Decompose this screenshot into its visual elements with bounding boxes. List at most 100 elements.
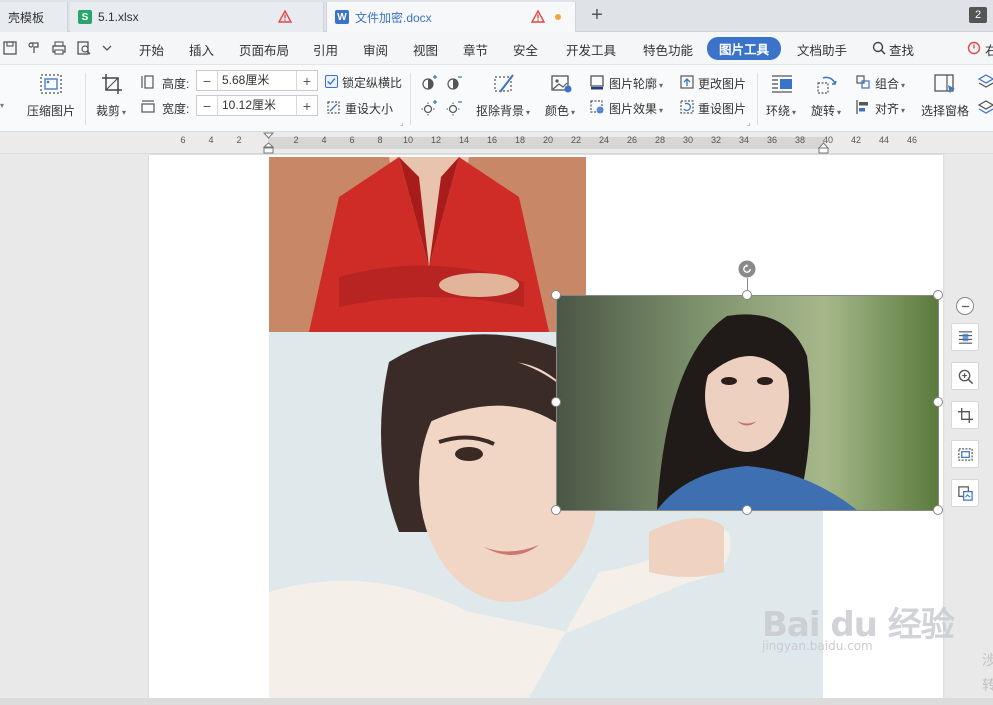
compress-picture-icon[interactable] (39, 72, 63, 96)
menu-insert[interactable]: 插入 (189, 40, 214, 59)
width-increase-button[interactable]: + (297, 96, 317, 115)
menu-security[interactable]: 安全 (513, 40, 538, 59)
resize-handle-top-right[interactable] (933, 290, 943, 300)
menu-doc-assistant[interactable]: 文档助手 (797, 40, 847, 59)
width-spinner[interactable]: − 10.12厘米 + (196, 95, 318, 116)
decrease-brightness-icon[interactable] (445, 99, 463, 117)
picture-dialog-launcher-icon[interactable]: ⌟ (747, 118, 751, 127)
float-zoom-button[interactable] (951, 362, 979, 390)
format-painter-icon[interactable] (26, 40, 42, 56)
width-decrease-button[interactable]: − (197, 96, 217, 115)
resize-handle-left[interactable] (551, 397, 561, 407)
window-count-badge[interactable]: 2 (969, 7, 987, 23)
text-wrap-icon[interactable] (770, 72, 794, 96)
group-icon[interactable] (855, 74, 871, 90)
menu-find[interactable]: 查找 (889, 40, 914, 59)
remove-background-icon[interactable] (492, 72, 516, 96)
height-decrease-button[interactable]: − (197, 71, 217, 90)
increase-contrast-icon[interactable] (420, 74, 438, 92)
menu-view[interactable]: 视图 (413, 40, 438, 59)
ruler-tick: 4 (208, 135, 214, 145)
ruler-tick: 4 (321, 135, 327, 145)
picture-outline-icon[interactable] (589, 74, 605, 90)
picture-portrait-selected[interactable] (557, 296, 939, 510)
ruler-tick: 24 (598, 135, 610, 145)
remove-background-button[interactable]: 抠除背景 ▾ (476, 102, 530, 119)
lock-ratio-checkbox[interactable] (325, 75, 338, 88)
picture-frame-icon (957, 447, 973, 461)
resize-handle-top[interactable] (742, 290, 752, 300)
crop-icon[interactable] (100, 72, 124, 96)
size-dialog-launcher-icon[interactable]: ⌟ (400, 118, 404, 127)
collapse-toolbar-button[interactable] (956, 297, 974, 315)
menu-chapter[interactable]: 章节 (463, 40, 488, 59)
menu-features[interactable]: 特色功能 (643, 40, 693, 59)
indent-marker-icon[interactable] (263, 132, 274, 154)
change-picture-button[interactable]: 更改图片 (698, 75, 746, 92)
print-icon[interactable] (51, 40, 67, 56)
ruler-tick: 36 (766, 135, 778, 145)
menu-developer[interactable]: 开发工具 (566, 40, 616, 59)
menu-picture-tools[interactable]: 图片工具 (707, 37, 782, 60)
height-increase-button[interactable]: + (297, 71, 317, 90)
tab-document[interactable]: W 文件加密.docx (326, 2, 576, 32)
change-picture-icon[interactable] (679, 74, 695, 90)
align-button[interactable]: 对齐 ▾ (875, 100, 905, 117)
horizontal-scrollbar[interactable] (0, 698, 993, 705)
compress-picture-button[interactable]: 压缩图片 (27, 102, 75, 119)
selection-pane-icon[interactable] (933, 72, 957, 96)
rotate-icon[interactable] (815, 72, 839, 96)
float-layout-options-button[interactable] (951, 323, 979, 351)
decrease-contrast-icon[interactable] (445, 74, 463, 92)
menu-page-layout[interactable]: 页面布局 (239, 40, 289, 59)
text-wrap-button[interactable]: 环绕 ▾ (766, 102, 796, 119)
bring-forward-icon[interactable] (978, 73, 993, 89)
rotate-handle[interactable] (738, 260, 756, 278)
watermark-url: jingyan.baidu.com (762, 639, 873, 653)
send-backward-icon[interactable] (978, 99, 993, 115)
increase-brightness-icon[interactable] (420, 99, 438, 117)
resize-handle-bottom-left[interactable] (551, 505, 561, 515)
float-crop-button[interactable] (951, 401, 979, 429)
reset-picture-icon[interactable] (679, 99, 695, 115)
align-icon[interactable] (855, 99, 871, 115)
ruler-tick: 10 (402, 135, 414, 145)
menu-review[interactable]: 审阅 (363, 40, 388, 59)
menu-references[interactable]: 引用 (313, 40, 338, 59)
tab-spreadsheet[interactable]: S 5.1.xlsx (70, 2, 324, 32)
crop-button[interactable]: 裁剪 ▾ (96, 102, 126, 119)
save-icon[interactable] (2, 40, 18, 56)
float-picture-effects-button[interactable] (951, 440, 979, 468)
menu-bar: 开始 插入 页面布局 引用 审阅 视图 章节 安全 开发工具 特色功能 图片工具… (0, 32, 993, 65)
reset-picture-button[interactable]: 重设图片 (698, 100, 746, 117)
picture-color-icon[interactable] (549, 72, 573, 96)
picture-color-button[interactable]: 颜色 ▾ (545, 102, 575, 119)
reset-size-button[interactable]: 重设大小 (345, 100, 393, 117)
cloud-sync-icon[interactable] (967, 41, 981, 55)
new-tab-button[interactable]: + (586, 4, 608, 26)
search-icon[interactable] (872, 41, 886, 55)
picture-outline-button[interactable]: 图片轮廓 ▾ (609, 75, 663, 92)
picture-effects-icon[interactable] (589, 99, 605, 115)
horizontal-ruler[interactable]: 6 4 2 2 4 6 8 10 12 14 16 18 20 22 24 26… (0, 132, 993, 154)
resize-handle-top-left[interactable] (551, 290, 561, 300)
rotate-button[interactable]: 旋转 ▾ (811, 102, 841, 119)
height-spinner[interactable]: − 5.68厘米 + (196, 70, 318, 91)
menu-home[interactable]: 开始 (139, 40, 164, 59)
tab-template[interactable]: 壳模板 (0, 2, 68, 32)
group-button[interactable]: 组合 ▾ (875, 75, 905, 92)
resize-handle-bottom-right[interactable] (933, 505, 943, 515)
picture-effects-button[interactable]: 图片效果 ▾ (609, 100, 663, 117)
width-input[interactable]: 10.12厘米 (217, 96, 297, 115)
height-input[interactable]: 5.68厘米 (217, 71, 297, 90)
float-change-picture-button[interactable] (951, 479, 979, 507)
print-preview-icon[interactable] (76, 40, 92, 56)
selection-pane-button[interactable]: 选择窗格 (921, 102, 969, 119)
resize-handle-right[interactable] (933, 397, 943, 407)
reset-size-icon[interactable] (326, 100, 341, 115)
picture-red-jacket[interactable] (269, 157, 586, 332)
lock-ratio-label[interactable]: 锁定纵横比 (342, 74, 402, 91)
resize-handle-bottom[interactable] (742, 505, 752, 515)
ribbon-overflow-caret[interactable]: ▾ (0, 101, 4, 110)
chevron-down-icon[interactable] (102, 40, 112, 56)
